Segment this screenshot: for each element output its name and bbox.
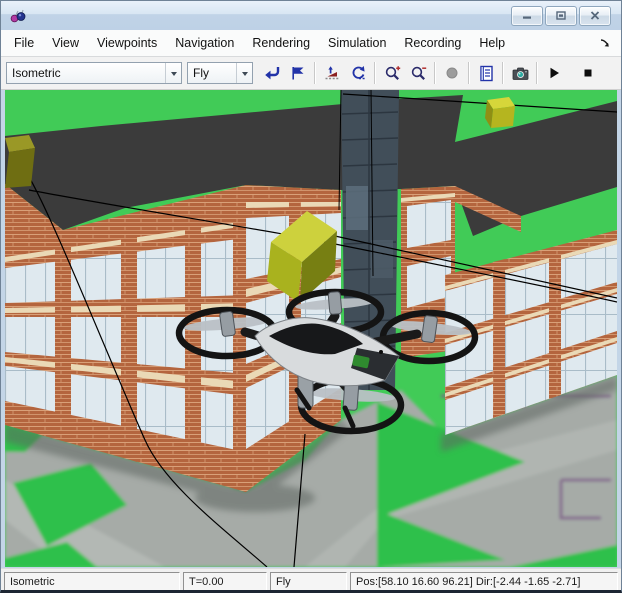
app-icon (10, 9, 26, 22)
editor-notes-icon (480, 65, 493, 81)
straighten-up-icon (325, 66, 339, 80)
toolbar-separator (374, 62, 376, 84)
return-arrow-icon (264, 67, 279, 80)
waypoint-cube-roof (485, 97, 515, 128)
undo-move-button[interactable] (345, 60, 371, 86)
straighten-up-button[interactable] (319, 60, 345, 86)
chevron-down-icon (170, 71, 177, 79)
status-bar: Isometric T=0.00 Fly Pos:[58.10 16.60 96… (1, 568, 621, 590)
status-navigation: Fly (270, 572, 347, 590)
toolbar-separator (314, 62, 316, 84)
minimize-icon (523, 16, 531, 19)
stop-icon (584, 69, 592, 77)
navigation-method-select[interactable]: Fly (187, 62, 253, 84)
menu-navigation[interactable]: Navigation (166, 33, 243, 53)
waypoint-cube-left (5, 135, 35, 188)
toolbar-separator (434, 62, 436, 84)
menu-simulation[interactable]: Simulation (319, 33, 395, 53)
menu-help[interactable]: Help (470, 33, 514, 53)
maximize-button[interactable] (545, 5, 577, 26)
zoom-out-icon (411, 66, 426, 80)
flag-icon (292, 67, 304, 80)
maximize-icon (556, 11, 566, 20)
menu-file[interactable]: File (5, 33, 43, 53)
toolbar-separator (536, 62, 538, 84)
status-viewpoint: Isometric (4, 572, 180, 590)
close-icon (590, 11, 600, 20)
menu-viewpoints[interactable]: Viewpoints (88, 33, 166, 53)
return-to-viewpoint-button[interactable] (259, 60, 285, 86)
menu-view[interactable]: View (43, 33, 88, 53)
editor-button[interactable] (473, 60, 499, 86)
viewport-frame (1, 90, 621, 568)
viewer-window: File View Viewpoints Navigation Renderin… (0, 0, 622, 593)
menu-bar: File View Viewpoints Navigation Renderin… (1, 30, 621, 57)
zoom-in-button[interactable] (379, 60, 405, 86)
record-dot-icon (446, 67, 458, 79)
viewpoint-select-dropdown[interactable] (165, 63, 181, 83)
start-simulation-button[interactable] (541, 60, 567, 86)
zoom-in-icon (385, 65, 400, 80)
toolbar-separator (502, 62, 504, 84)
undo-move-icon (352, 66, 365, 80)
toolbar: Isometric Fly (1, 57, 621, 90)
status-time: T=0.00 (183, 572, 267, 590)
capture-frame-button[interactable] (507, 60, 533, 86)
minimize-button[interactable] (511, 5, 543, 26)
menu-rendering[interactable]: Rendering (243, 33, 319, 53)
title-bar[interactable] (1, 1, 621, 30)
menubar-overflow-icon[interactable] (599, 38, 611, 49)
3d-viewport-canvas[interactable] (5, 90, 617, 567)
navigation-select-dropdown[interactable] (236, 63, 252, 83)
toolbar-separator (468, 62, 470, 84)
record-button[interactable] (439, 60, 465, 86)
viewpoint-select-value: Isometric (12, 66, 61, 80)
status-camera-pose: Pos:[58.10 16.60 96.21] Dir:[-2.44 -1.65… (350, 572, 618, 590)
viewpoint-select[interactable]: Isometric (6, 62, 182, 84)
camera-icon (512, 67, 528, 80)
zoom-out-button[interactable] (405, 60, 431, 86)
create-viewpoint-button[interactable] (285, 60, 311, 86)
menu-recording[interactable]: Recording (395, 33, 470, 53)
close-button[interactable] (579, 5, 611, 26)
stop-simulation-button[interactable] (575, 60, 601, 86)
navigation-select-value: Fly (193, 66, 209, 80)
chevron-down-icon (241, 71, 248, 79)
play-icon (550, 67, 559, 79)
